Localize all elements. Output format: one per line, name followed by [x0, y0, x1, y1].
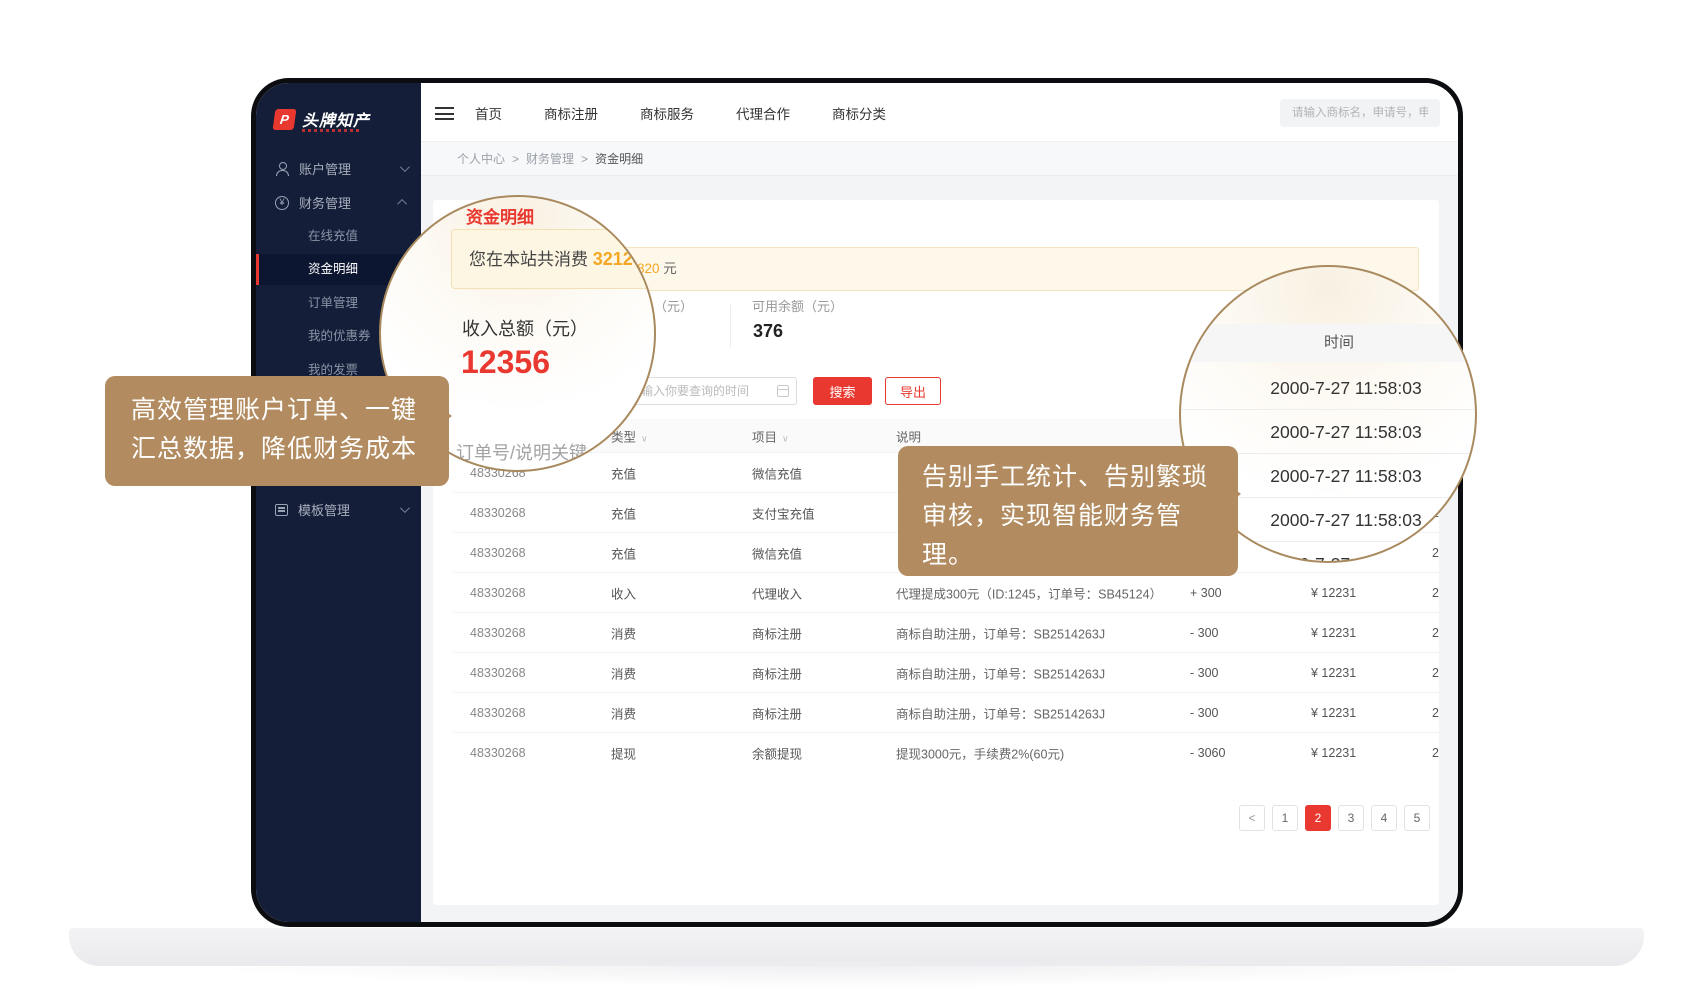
pagination-page-1[interactable]: 1	[1272, 805, 1298, 831]
template-icon	[275, 504, 288, 516]
export-button[interactable]: 导出	[885, 377, 941, 405]
magnified-time-header: 时间	[1181, 324, 1475, 362]
sidebar-item-finance[interactable]: 财务管理	[256, 187, 421, 218]
table-row: 48330268 提现 余额提现 提现3000元，手续费2%(60元) - 30…	[453, 732, 1439, 772]
laptop-base	[69, 928, 1644, 966]
table-row: 48330268 消费 商标注册 商标自助注册，订单号：SB2514263J -…	[453, 652, 1439, 692]
stat-divider	[730, 305, 731, 347]
sidebar-item-online-recharge[interactable]: 在线充值	[256, 221, 421, 252]
sidebar-item-template[interactable]: 模板管理	[256, 494, 421, 525]
breadcrumb-personal-center[interactable]: 个人中心	[457, 150, 505, 167]
stat-balance-value: 376	[753, 321, 783, 342]
chevron-up-icon	[397, 199, 407, 209]
magnified-income-value: 12356	[461, 344, 550, 381]
nav-item-trademark-service[interactable]: 商标服务	[634, 103, 700, 123]
magnified-time-row: 2000-7-27 11:58:03	[1181, 366, 1475, 410]
topbar: 首页 商标注册 商标服务 代理合作 商标分类	[421, 83, 1458, 142]
table-row: 48330268 收入 代理收入 代理提成300元（ID:1245，订单号：SB…	[453, 572, 1439, 612]
callout-right-tooltip: 告别手工统计、告别繁琐审核，实现智能财务管理。	[898, 446, 1238, 576]
sidebar-item-account[interactable]: 账户管理	[256, 153, 421, 184]
nav-item-trademark-register[interactable]: 商标注册	[538, 103, 604, 123]
pagination-page-3[interactable]: 3	[1338, 805, 1364, 831]
user-icon	[275, 162, 289, 176]
table-row: 48330268 消费 商标注册 商标自助注册，订单号：SB2514263J -…	[453, 612, 1439, 652]
stat-balance-label: 可用余额（元）	[752, 296, 843, 315]
stage: 头牌知产 账户管理 财务管理 在线充值 资金明细	[0, 0, 1696, 1002]
nav-item-agent-cooperation[interactable]: 代理合作	[730, 103, 796, 123]
pagination-page-4[interactable]: 4	[1371, 805, 1397, 831]
search-button[interactable]: 搜索	[813, 377, 872, 405]
trademark-search-input[interactable]	[1280, 99, 1440, 127]
sort-caret-icon[interactable]	[636, 430, 648, 444]
stat-expense-label-partial: （元）	[654, 296, 693, 315]
sidebar: 头牌知产 账户管理 财务管理 在线充值 资金明细	[256, 83, 421, 922]
header-desc: 说明	[896, 426, 921, 445]
table-row: 48330268 消费 商标注册 商标自助注册，订单号：SB2514263J -…	[453, 692, 1439, 732]
nav-item-trademark-category[interactable]: 商标分类	[826, 103, 892, 123]
magnified-income-label: 收入总额（元）	[462, 315, 588, 341]
breadcrumb: 个人中心 > 财务管理 > 资金明细	[421, 142, 1458, 176]
pagination-page-5[interactable]: 5	[1404, 805, 1430, 831]
date-query-input[interactable]	[631, 377, 797, 405]
breadcrumb-finance[interactable]: 财务管理	[526, 150, 574, 167]
breadcrumb-current: 资金明细	[595, 150, 643, 167]
notice-unit: 元	[663, 261, 677, 276]
pagination-prev-button[interactable]: <	[1239, 805, 1265, 831]
sidebar-nav: 账户管理 财务管理 在线充值 资金明细 订单管理 我的优惠券 我的发票	[256, 83, 421, 922]
header-item: 项目	[752, 426, 789, 445]
pagination: < 1 2 3 4 5	[1239, 805, 1430, 831]
magnified-notice-bar: 您在本站共消费 32124 元	[451, 229, 656, 289]
nav-item-home[interactable]: 首页	[469, 103, 508, 123]
sort-caret-icon[interactable]	[777, 430, 789, 444]
hamburger-menu-icon[interactable]	[435, 107, 454, 120]
finance-icon	[275, 196, 289, 210]
magnified-order-header-fragment: 订单号/说明关键	[456, 439, 587, 465]
callout-left-tooltip: 高效管理账户订单、一键汇总数据，降低财务成本	[105, 376, 449, 486]
magnified-tab-fragment: 资金明细	[466, 203, 534, 228]
laptop-shadow	[170, 962, 1530, 988]
top-navigation: 首页 商标注册 商标服务 代理合作 商标分类	[469, 83, 892, 142]
breadcrumb-separator: >	[512, 152, 519, 166]
breadcrumb-separator: >	[581, 152, 588, 166]
chevron-down-icon	[400, 503, 410, 513]
chevron-down-icon	[400, 162, 410, 172]
pagination-page-2-active[interactable]: 2	[1305, 805, 1331, 831]
